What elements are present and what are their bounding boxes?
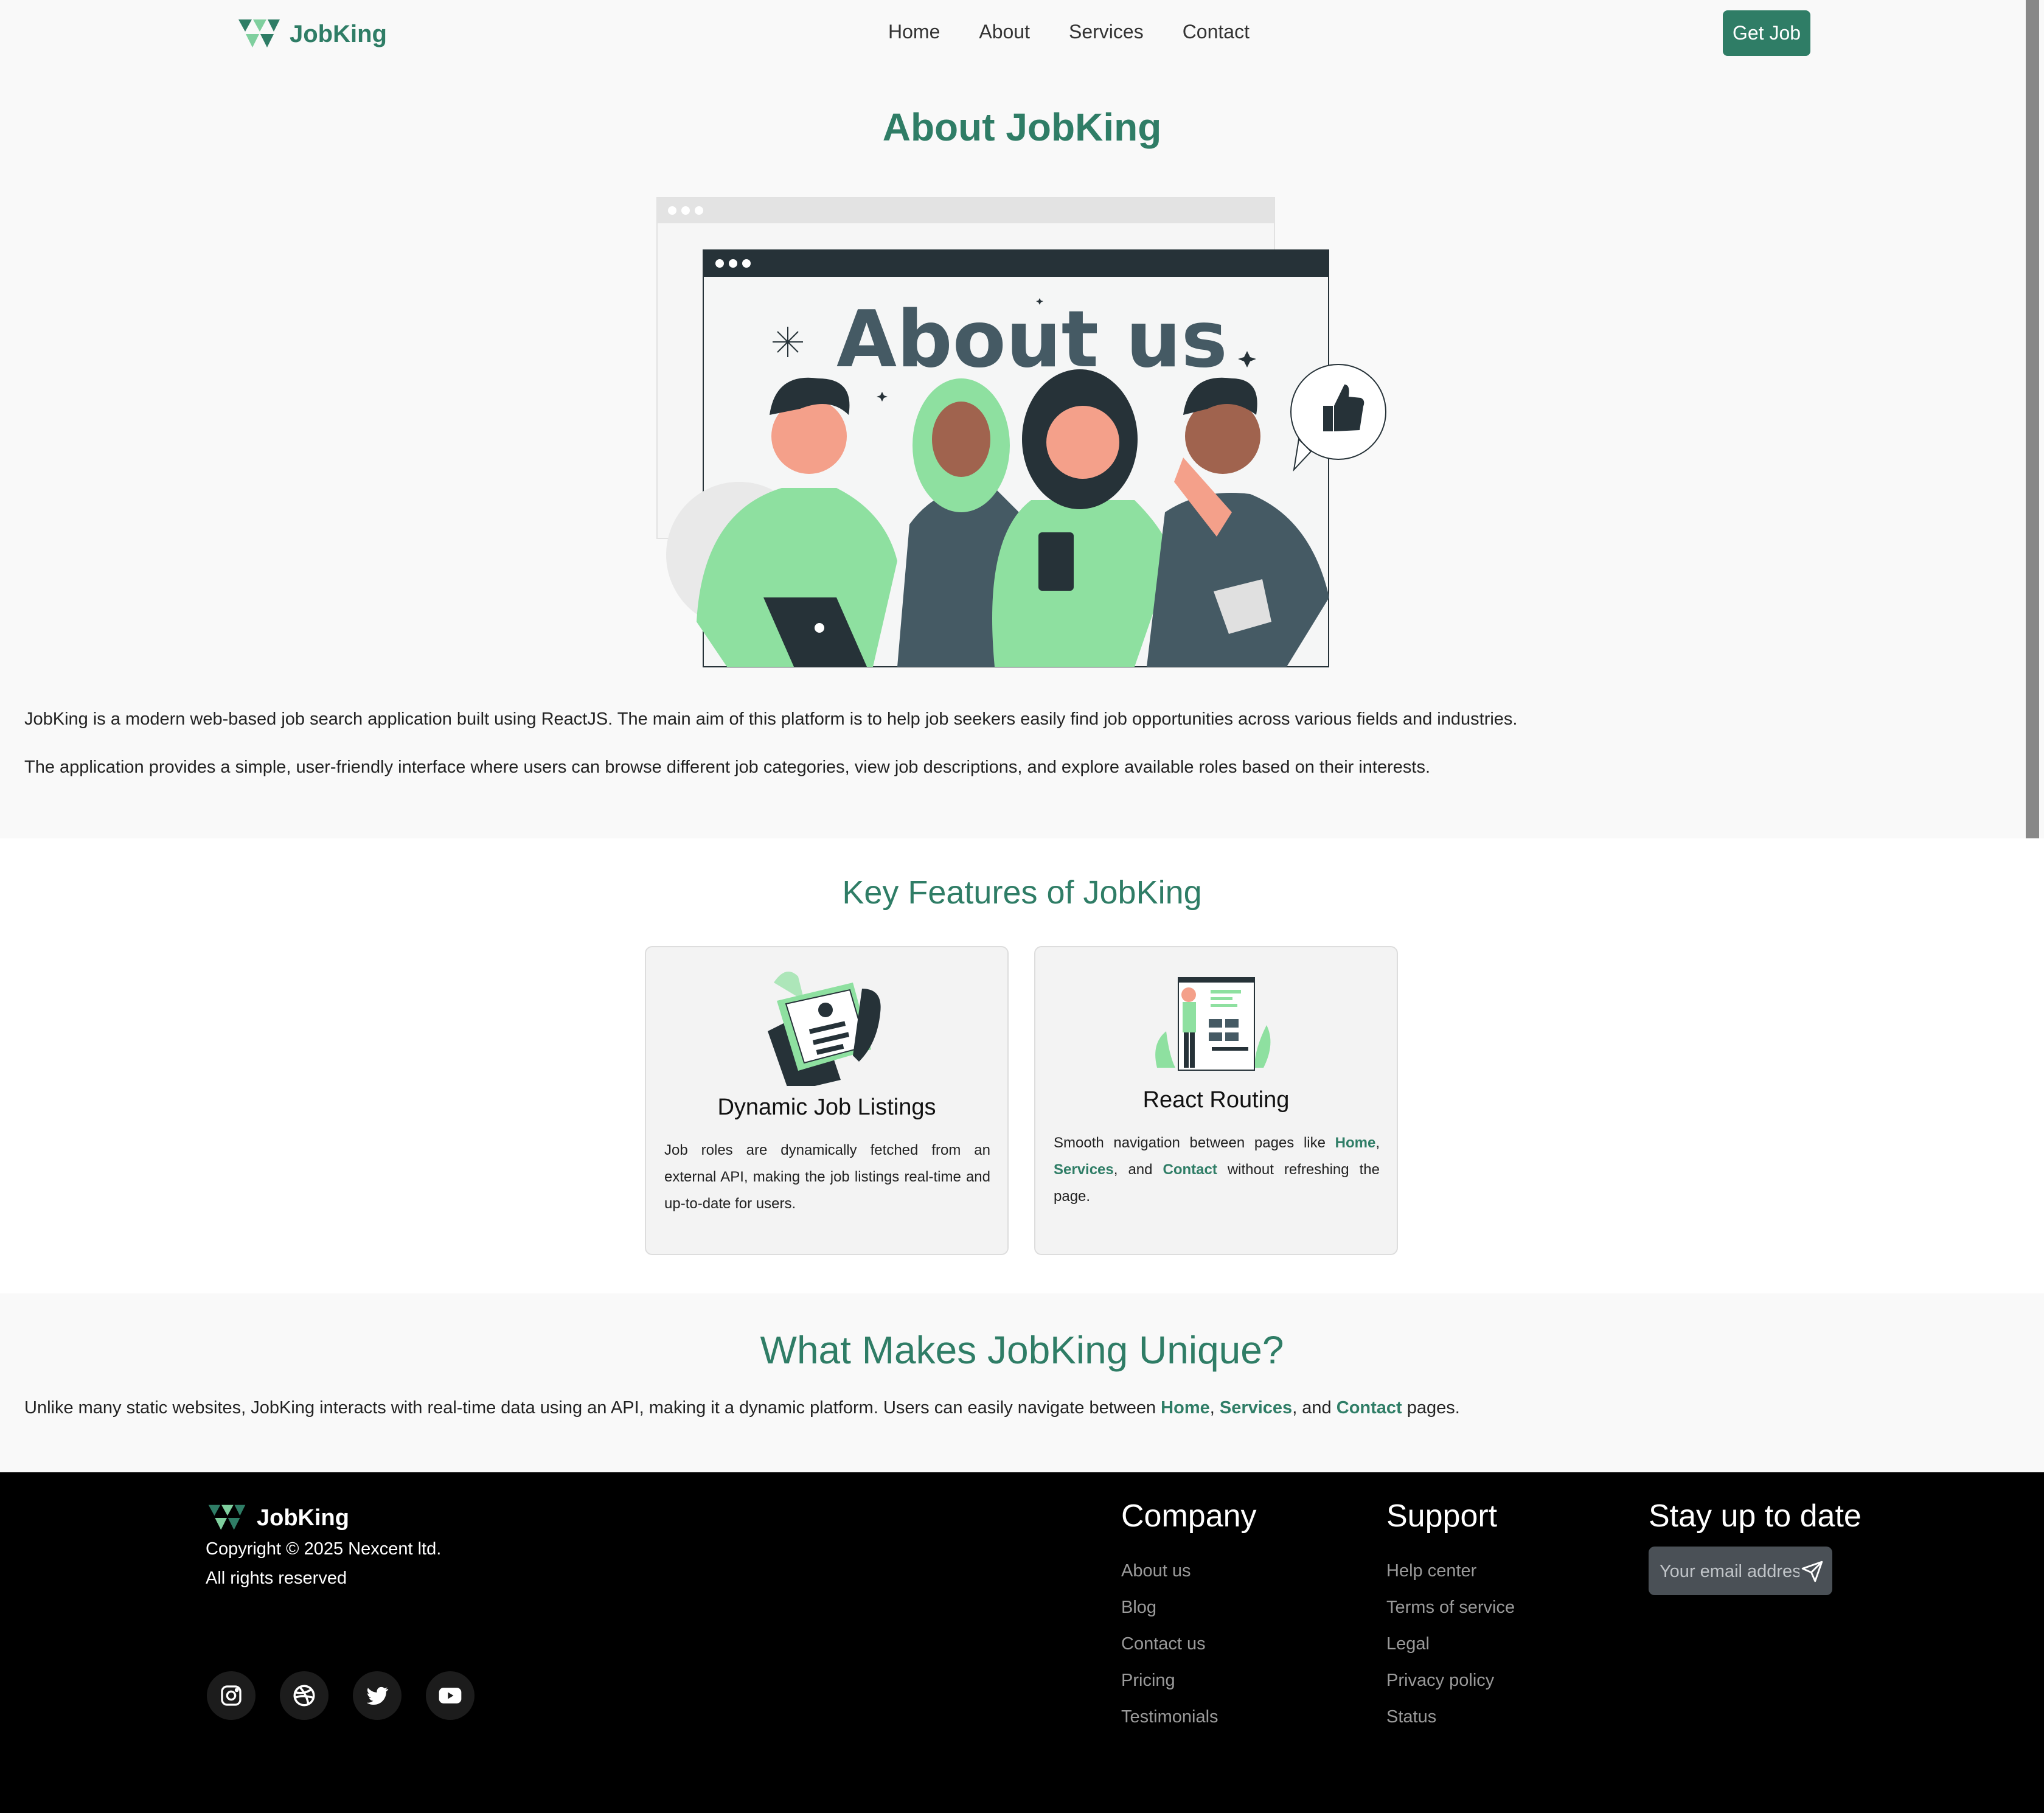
send-icon[interactable]: [1801, 1560, 1824, 1583]
link-contact[interactable]: Contact: [1337, 1398, 1402, 1418]
nav-about[interactable]: About: [979, 21, 1030, 43]
feature-card-react-routing: React Routing Smooth navigation between …: [1034, 946, 1398, 1255]
get-job-button[interactable]: Get Job: [1723, 10, 1810, 56]
unique-title: What Makes JobKing Unique?: [760, 1328, 1284, 1372]
footer-link-status[interactable]: Status: [1386, 1699, 1515, 1735]
feature-card-title: Dynamic Job Listings: [717, 1094, 936, 1120]
feature-card-desc: Job roles are dynamically fetched from a…: [664, 1142, 990, 1212]
nav-services[interactable]: Services: [1069, 21, 1144, 43]
logo-icon: [238, 19, 280, 47]
text-separator: , and: [1292, 1398, 1337, 1418]
youtube-icon: [439, 1688, 462, 1703]
instagram-icon: [221, 1685, 242, 1706]
desc-separator: ,: [1375, 1135, 1380, 1151]
footer: JobKing Copyright © 2025 Nexcent ltd. Al…: [0, 1472, 2044, 1813]
about-title: About JobKing: [882, 105, 1162, 149]
feature-card-dynamic-listings: Dynamic Job Listings Job roles are dynam…: [645, 946, 1009, 1255]
twitter-button[interactable]: [353, 1671, 401, 1720]
unique-text-body: Unlike many static websites, JobKing int…: [24, 1398, 1161, 1418]
footer-link-contact-us[interactable]: Contact us: [1121, 1626, 1218, 1662]
link-contact[interactable]: Contact: [1163, 1161, 1217, 1178]
footer-link-legal[interactable]: Legal: [1386, 1626, 1515, 1662]
newsletter-form: [1649, 1547, 1832, 1596]
dribbble-icon: [293, 1685, 315, 1707]
footer-link-blog[interactable]: Blog: [1121, 1589, 1218, 1626]
logo-text: JobKing: [290, 20, 387, 47]
logo[interactable]: JobKing: [237, 17, 387, 51]
nav-menu: Home About Services Contact: [888, 21, 1250, 43]
twitter-icon: [366, 1686, 389, 1705]
features-title: Key Features of JobKing: [842, 874, 1202, 911]
feature-card-desc: Smooth navigation between pages like Hom…: [1054, 1130, 1380, 1210]
link-services[interactable]: Services: [1220, 1398, 1292, 1418]
link-services[interactable]: Services: [1054, 1161, 1114, 1178]
support-heading: Support: [1386, 1498, 1498, 1534]
react-routing-illustration: [1155, 977, 1271, 1071]
copyright-text: Copyright © 2025 Nexcent ltd.: [206, 1539, 442, 1559]
hero-heading-text: About us: [836, 294, 1228, 385]
text-separator: ,: [1209, 1398, 1220, 1418]
rights-text: All rights reserved: [206, 1568, 347, 1588]
link-home[interactable]: Home: [1161, 1398, 1210, 1418]
feature-card-title: React Routing: [1142, 1087, 1290, 1113]
about-paragraph-2: The application provides a simple, user-…: [24, 757, 1431, 777]
nav-contact[interactable]: Contact: [1183, 21, 1250, 43]
dribbble-button[interactable]: [280, 1671, 328, 1720]
link-home[interactable]: Home: [1335, 1135, 1376, 1151]
unique-text: Unlike many static websites, JobKing int…: [24, 1398, 1460, 1418]
footer-link-pricing[interactable]: Pricing: [1121, 1662, 1218, 1699]
footer-logo-text: JobKing: [257, 1505, 349, 1531]
about-us-illustration: About us: [656, 197, 1386, 667]
about-paragraph-1: JobKing is a modern web-based job search…: [24, 709, 1518, 729]
footer-link-about-us[interactable]: About us: [1121, 1553, 1218, 1589]
youtube-button[interactable]: [426, 1671, 474, 1720]
footer-logo[interactable]: JobKing: [206, 1503, 349, 1533]
desc-text: Smooth navigation between pages like: [1054, 1135, 1335, 1151]
instagram-button[interactable]: [207, 1671, 255, 1720]
support-links: Help center Terms of service Legal Priva…: [1386, 1553, 1515, 1735]
footer-link-terms[interactable]: Terms of service: [1386, 1589, 1515, 1626]
footer-link-testimonials[interactable]: Testimonials: [1121, 1699, 1218, 1735]
footer-copyright: Copyright © 2025 Nexcent ltd. All rights…: [206, 1534, 441, 1593]
unique-text-end: pages.: [1402, 1398, 1460, 1418]
email-input[interactable]: [1658, 1547, 1801, 1596]
company-links: About us Blog Contact us Pricing Testimo…: [1121, 1553, 1218, 1735]
nav-home[interactable]: Home: [888, 21, 940, 43]
desc-separator: , and: [1113, 1161, 1163, 1178]
job-listings-illustration: [768, 972, 881, 1086]
footer-link-help-center[interactable]: Help center: [1386, 1553, 1515, 1589]
logo-icon: [208, 1505, 246, 1530]
footer-link-privacy[interactable]: Privacy policy: [1386, 1662, 1515, 1699]
company-heading: Company: [1121, 1498, 1257, 1534]
top-navbar: JobKing Home About Services Contact Get …: [0, 0, 2026, 67]
newsletter-heading: Stay up to date: [1649, 1498, 1861, 1534]
